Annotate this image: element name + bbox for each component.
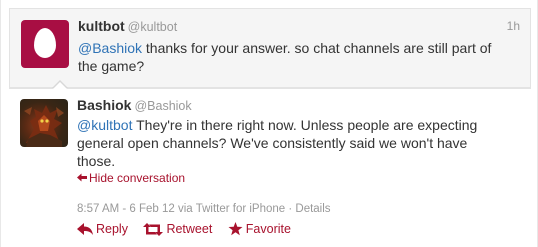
avatar[interactable]: [20, 99, 68, 147]
star-icon: [228, 221, 243, 235]
reply-label: Reply: [96, 221, 128, 236]
parent-text-line1: thanks for your answer. so chat channels…: [142, 40, 492, 56]
parent-timestamp[interactable]: 1h: [507, 19, 520, 33]
favorite-button[interactable]: Favorite: [228, 221, 291, 236]
parent-fullname[interactable]: kultbot: [78, 18, 125, 34]
retweet-button[interactable]: Retweet: [143, 222, 212, 236]
tweet-thread: kultbot @kultbot 1h @Bashiok thanks for y…: [0, 0, 538, 247]
retweet-label: Retweet: [166, 221, 213, 236]
tweet-meta[interactable]: 8:57 AM - 6 Feb 12 via Twitter for iPhon…: [77, 203, 331, 215]
avatar-egg-icon[interactable]: [21, 20, 69, 68]
retweet-icon: [143, 222, 164, 236]
main-text-line3: those.: [77, 153, 116, 169]
hide-conversation-label: Hide conversation: [89, 171, 186, 185]
favorite-label: Favorite: [245, 221, 291, 236]
tweet-actions: Reply Retweet Favorite: [77, 221, 303, 239]
reply-arrow-icon: [77, 222, 93, 235]
main-fullname[interactable]: Bashiok: [77, 97, 131, 113]
hide-conversation-link[interactable]: Hide conversation: [77, 171, 185, 185]
main-mention-link[interactable]: @kultbot: [77, 117, 132, 133]
parent-name-line: kultbot @kultbot: [78, 18, 177, 34]
main-tweet-text: @kultbot They're in there right now. Unl…: [77, 116, 525, 170]
main-screenname[interactable]: @Bashiok: [134, 99, 191, 113]
main-name-line: Bashiok @Bashiok: [77, 97, 192, 113]
main-text-line1: They're in there right now. Unless peopl…: [132, 117, 478, 133]
parent-tweet-text: @Bashiok thanks for your answer. so chat…: [78, 39, 526, 75]
parent-text-line2: the game?: [78, 58, 145, 74]
parent-mention-link[interactable]: @Bashiok: [78, 40, 142, 56]
main-tweet: Bashiok @Bashiok @kultbot They're in ther…: [9, 88, 531, 240]
parent-screenname[interactable]: @kultbot: [128, 20, 178, 34]
arrow-left-icon: [77, 171, 89, 185]
main-text-line2: general open channels? We've consistentl…: [77, 135, 468, 151]
character-portrait-icon: [24, 105, 64, 147]
conversation-caret: [9, 80, 531, 89]
reply-button[interactable]: Reply: [77, 222, 128, 236]
egg-icon: [34, 28, 56, 58]
parent-tweet[interactable]: kultbot @kultbot 1h @Bashiok thanks for y…: [9, 8, 531, 88]
